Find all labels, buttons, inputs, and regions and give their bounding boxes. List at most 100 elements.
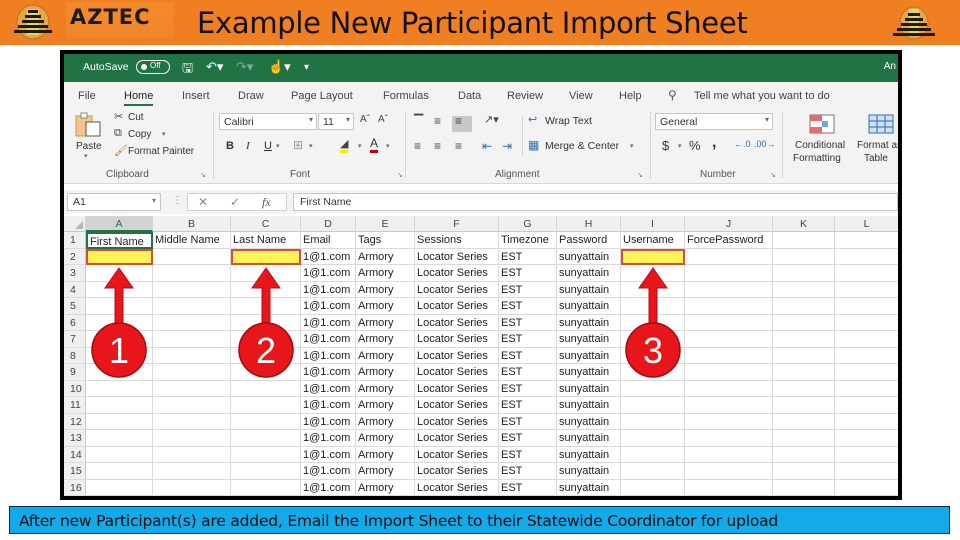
table-cell[interactable]: Armory (356, 413, 415, 430)
table-cell[interactable] (231, 281, 301, 298)
row-header[interactable]: 6 (64, 314, 86, 331)
table-cell[interactable]: Armory (356, 331, 415, 348)
table-cell[interactable] (773, 430, 835, 447)
table-cell[interactable] (86, 347, 153, 364)
format-as-table-label-2[interactable]: Table (864, 153, 888, 164)
table-cell[interactable] (153, 331, 231, 348)
table-cell[interactable] (621, 463, 685, 480)
save-icon[interactable]: 🖫 (182, 59, 193, 81)
increase-font-icon[interactable]: Aˆ (360, 114, 370, 125)
table-cell[interactable] (86, 479, 153, 496)
table-cell[interactable] (835, 381, 898, 397)
column-header-e[interactable]: E (356, 216, 415, 232)
clipboard-launcher-icon[interactable]: ↘ (200, 171, 206, 179)
table-cell[interactable] (86, 298, 153, 315)
table-cell[interactable]: sunyattain (557, 380, 621, 397)
header-cell[interactable]: Username (621, 232, 685, 249)
borders-icon[interactable]: ⊞ (293, 138, 303, 152)
table-cell[interactable] (835, 348, 898, 364)
table-cell[interactable]: sunyattain (557, 331, 621, 348)
row-header[interactable]: 4 (64, 281, 86, 298)
table-cell[interactable] (621, 430, 685, 447)
table-cell[interactable] (685, 298, 773, 315)
table-cell[interactable] (773, 446, 835, 463)
table-cell[interactable]: Locator Series (415, 413, 499, 430)
table-cell[interactable] (685, 281, 773, 298)
table-cell[interactable] (835, 397, 898, 414)
undo-icon[interactable]: ↶▾ (206, 59, 223, 75)
number-format-select[interactable]: General ▾ (655, 113, 773, 130)
customize-qat-icon[interactable]: ▾ (304, 62, 309, 73)
table-cell[interactable]: sunyattain (557, 463, 621, 480)
table-cell[interactable]: EST (499, 281, 557, 298)
table-cell[interactable] (835, 298, 898, 315)
copy-dropdown-icon[interactable]: ▾ (162, 130, 166, 138)
table-cell[interactable]: sunyattain (557, 248, 621, 265)
merge-dropdown-icon[interactable]: ▾ (630, 142, 634, 150)
table-cell[interactable]: Armory (356, 446, 415, 463)
column-header-c[interactable]: C (231, 216, 301, 232)
table-cell[interactable] (231, 479, 301, 496)
tab-formulas[interactable]: Formulas (383, 90, 429, 102)
conditional-formatting-label-1[interactable]: Conditional (795, 140, 845, 151)
table-cell[interactable] (86, 314, 153, 331)
table-cell[interactable]: 1@1.com (301, 479, 356, 496)
table-cell[interactable] (835, 364, 898, 381)
table-cell[interactable] (231, 314, 301, 331)
row-header[interactable]: 11 (64, 397, 86, 414)
table-cell[interactable]: EST (499, 265, 557, 282)
align-center-icon[interactable]: ≡ (434, 139, 441, 153)
table-cell[interactable] (153, 463, 231, 480)
table-cell[interactable]: sunyattain (557, 265, 621, 282)
table-cell[interactable]: EST (499, 314, 557, 331)
fill-color-dropdown-icon[interactable]: ▾ (358, 142, 362, 150)
table-cell[interactable]: Armory (356, 298, 415, 315)
row-header[interactable]: 16 (64, 479, 86, 496)
tab-file[interactable]: File (78, 90, 96, 102)
tab-draw[interactable]: Draw (238, 90, 264, 102)
redo-icon[interactable]: ↷▾ (236, 59, 253, 75)
table-cell[interactable]: Armory (356, 479, 415, 496)
table-cell[interactable] (685, 430, 773, 447)
table-cell[interactable]: 1@1.com (301, 413, 356, 430)
table-cell[interactable] (86, 380, 153, 397)
bottom-align-icon[interactable]: ≡ (455, 114, 462, 128)
font-color-button[interactable]: A (370, 137, 379, 153)
header-cell[interactable]: Password (557, 232, 621, 249)
tab-insert[interactable]: Insert (182, 90, 210, 102)
table-cell[interactable] (621, 397, 685, 414)
table-cell[interactable]: Armory (356, 463, 415, 480)
header-cell[interactable]: Tags (356, 232, 415, 249)
table-cell[interactable] (86, 413, 153, 430)
conditional-formatting-label-2[interactable]: Formatting (793, 153, 841, 164)
user-name[interactable]: An (884, 61, 896, 72)
header-cell[interactable]: ForcePassword (685, 232, 773, 249)
table-cell[interactable]: Locator Series (415, 281, 499, 298)
table-cell[interactable] (835, 463, 898, 480)
increase-decimal-icon[interactable]: ←.0 (734, 139, 751, 149)
table-cell[interactable] (773, 463, 835, 480)
table-cell[interactable]: sunyattain (557, 347, 621, 364)
table-cell[interactable]: 1@1.com (301, 430, 356, 447)
orientation-icon[interactable]: ↗▾ (484, 113, 499, 126)
table-cell[interactable] (773, 331, 835, 348)
decrease-indent-icon[interactable]: ⇤ (482, 139, 492, 153)
header-cell[interactable]: Timezone (499, 232, 557, 249)
column-header-f[interactable]: F (415, 216, 499, 232)
underline-button[interactable]: U (264, 140, 272, 152)
autosave-toggle[interactable]: Off (136, 60, 170, 74)
table-cell[interactable] (231, 413, 301, 430)
table-cell[interactable] (621, 479, 685, 496)
wrap-text-button[interactable]: Wrap Text (545, 115, 592, 127)
table-cell[interactable] (685, 380, 773, 397)
table-cell[interactable]: Armory (356, 364, 415, 381)
table-cell[interactable] (835, 265, 898, 282)
row-header[interactable]: 5 (64, 298, 86, 315)
font-size-select[interactable]: 11 ▾ (318, 113, 354, 130)
insert-function-button[interactable]: fx (262, 195, 271, 210)
underline-dropdown-icon[interactable]: ▾ (276, 142, 280, 150)
fill-color-icon[interactable]: ◢ (340, 137, 349, 153)
table-cell[interactable] (835, 414, 898, 430)
table-cell[interactable] (685, 331, 773, 348)
table-cell[interactable]: 1@1.com (301, 281, 356, 298)
